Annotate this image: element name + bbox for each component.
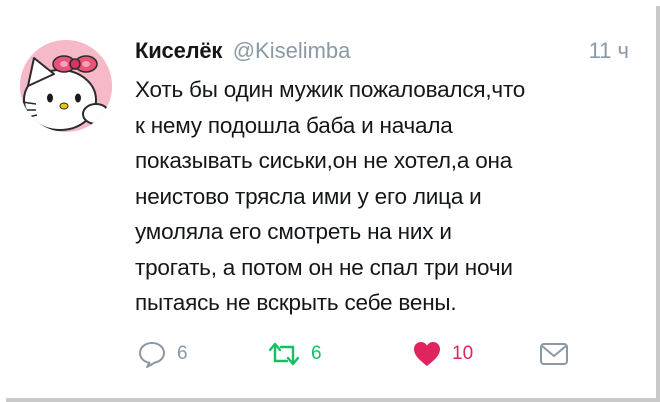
tweet-text-line: Хоть бы один мужик пожаловался,что (135, 77, 526, 102)
hello-kitty-avatar-icon (20, 40, 112, 132)
tweet-card[interactable]: Киселёк @Kiselimba 11 ч Хоть бы один муж… (0, 0, 656, 398)
like-button[interactable]: 10 (412, 336, 473, 372)
like-count: 10 (452, 343, 474, 364)
reply-button[interactable]: 6 (137, 336, 188, 372)
tweet-header: Киселёк @Kiselimba 11 ч (135, 38, 635, 68)
heart-icon (414, 342, 440, 366)
tweet-text-line: умоляла его смотреть на них и (135, 219, 452, 244)
avatar[interactable] (20, 40, 112, 132)
direct-message-button[interactable] (539, 336, 569, 372)
tweet-text: Хоть бы один мужик пожаловался,что к нем… (135, 72, 640, 321)
tweet-timestamp[interactable]: 11 ч (589, 38, 629, 64)
tweet-text-line: к нему подошла баба и начала (135, 112, 453, 138)
retweet-button[interactable]: 6 (267, 336, 322, 372)
retweet-icon (268, 342, 300, 366)
envelope-icon (540, 343, 568, 365)
screenshot-frame: Киселёк @Kiselimba 11 ч Хоть бы один муж… (0, 0, 660, 402)
tweet-text-line: неистово трясла ими у его лица и (135, 183, 482, 209)
author-name[interactable]: Киселёк (135, 38, 222, 63)
reply-count: 6 (177, 343, 188, 364)
tweet-actions: 6 6 10 (135, 336, 585, 372)
reply-icon (139, 342, 165, 368)
retweet-count: 6 (311, 343, 322, 364)
tweet-text-line: трогать, а потом он не спал три ночи (135, 254, 513, 280)
author-handle[interactable]: @Kiselimba (233, 38, 351, 63)
tweet-text-line: показывать сиськи,он не хотел,а она (135, 148, 513, 173)
tweet-text-line: пытаясь не вскрыть себе вены. (135, 290, 457, 315)
